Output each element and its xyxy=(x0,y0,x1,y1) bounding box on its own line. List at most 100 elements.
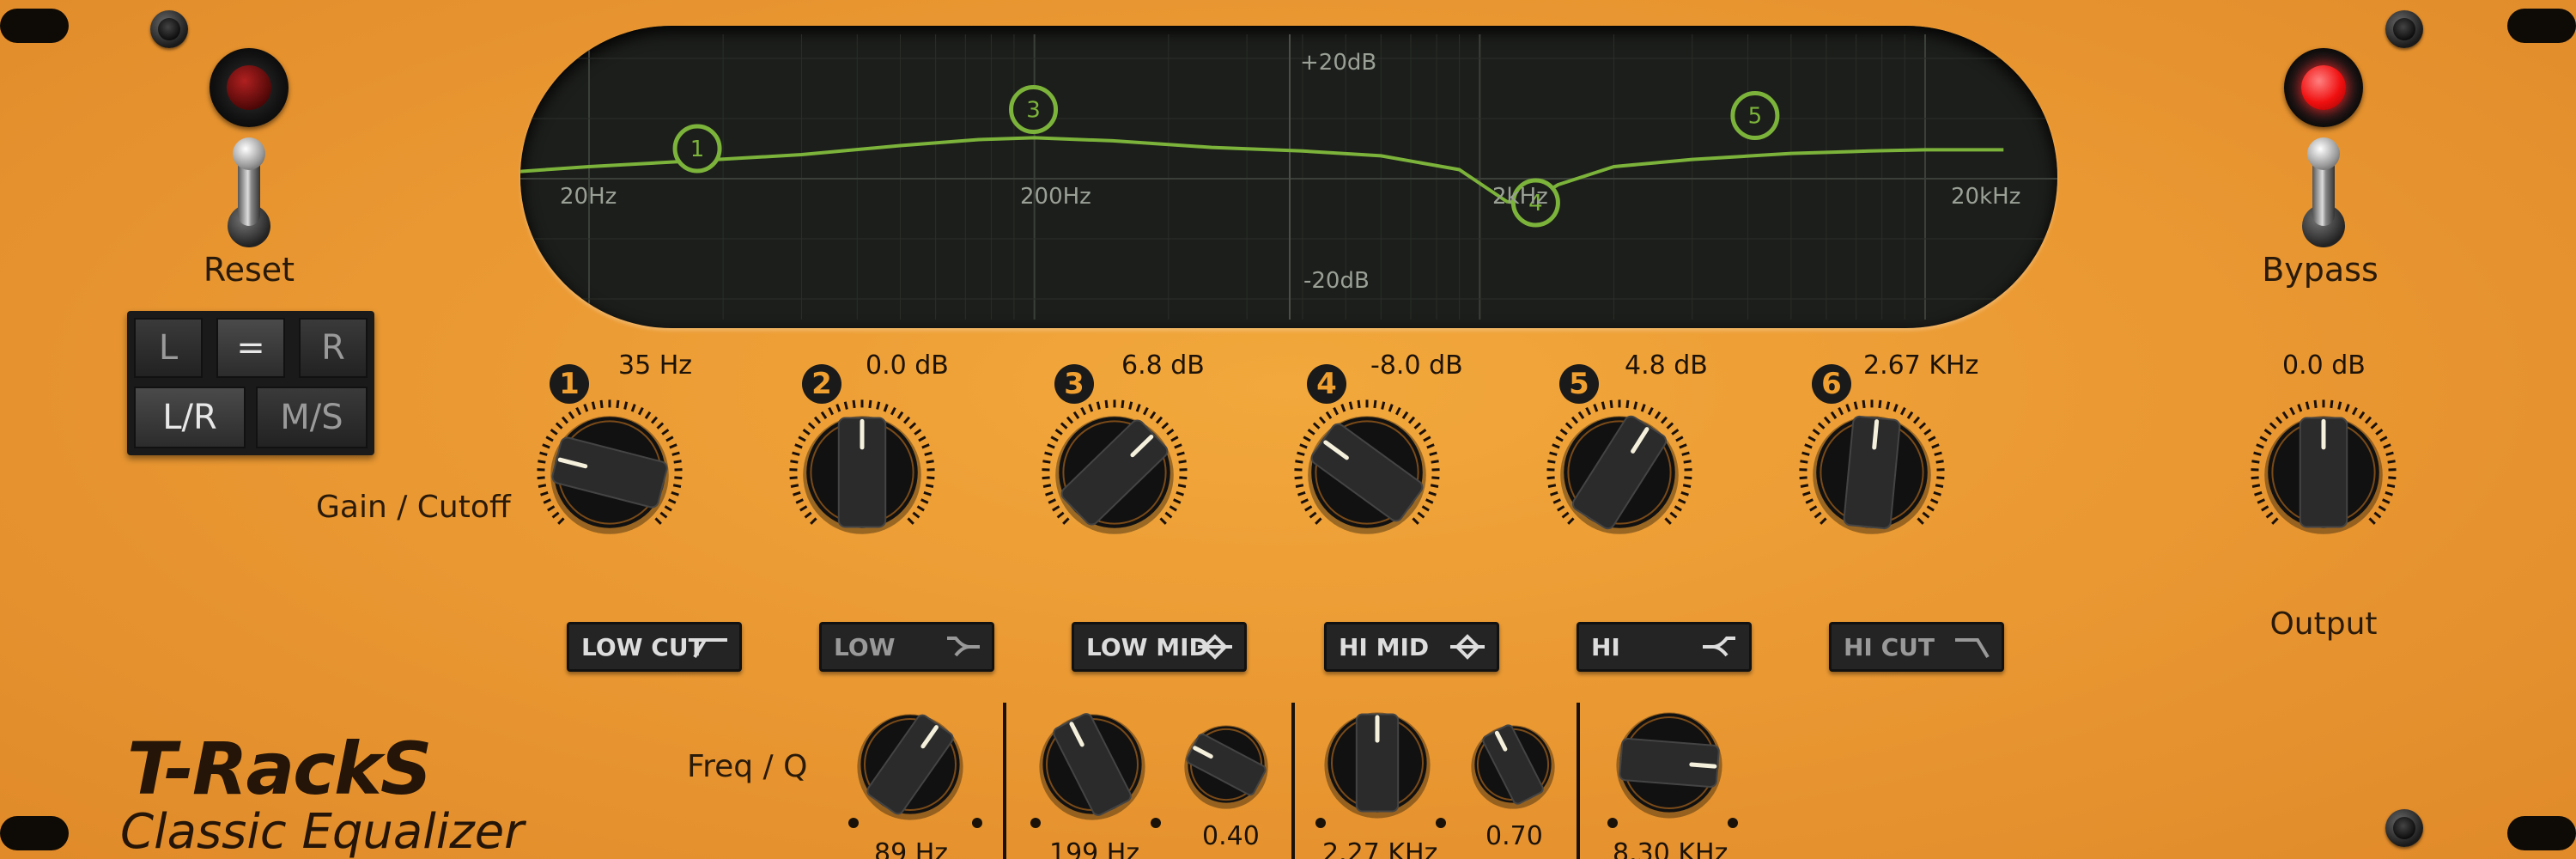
knob-tick xyxy=(1423,436,1431,442)
band-3-gain-knob[interactable] xyxy=(1037,395,1192,550)
hi-shelf-button[interactable]: HI xyxy=(1577,622,1752,672)
knob-tick xyxy=(671,490,679,497)
low-cut-button[interactable]: LOW CUT xyxy=(567,622,742,672)
knob-tick xyxy=(1585,406,1592,416)
band-3-value: 6.8 dB xyxy=(1121,350,1205,381)
knob-tick xyxy=(1159,517,1167,525)
knob-tick xyxy=(1671,429,1680,436)
knob-tick xyxy=(538,484,547,488)
knob-tick xyxy=(1054,429,1063,436)
hi-mid-button[interactable]: HI MID xyxy=(1324,622,1499,672)
toggle-tip xyxy=(2307,137,2340,170)
band-6-cutoff-knob[interactable] xyxy=(1795,395,1949,550)
knob-tick xyxy=(2254,490,2263,497)
bypass-toggle[interactable] xyxy=(2293,137,2354,256)
screw-icon xyxy=(2385,10,2423,48)
knob-tick xyxy=(656,422,665,430)
knob-tick xyxy=(2385,451,2394,456)
knob-tick xyxy=(1912,416,1921,424)
right-channel-button[interactable]: R xyxy=(299,318,368,378)
knob-tick xyxy=(1817,422,1826,430)
knob-cap xyxy=(2299,417,2348,528)
knob-tick xyxy=(1050,436,1059,442)
knob-tick xyxy=(637,406,644,416)
knob-tick xyxy=(921,443,930,449)
knob-cap xyxy=(1843,415,1901,530)
hi-cut-button[interactable]: HI CUT xyxy=(1829,622,2004,672)
knob-tick xyxy=(664,505,672,512)
eq-band-node[interactable]: 5 xyxy=(1730,91,1780,140)
knob-tick xyxy=(1135,404,1141,412)
band-4-q-knob[interactable] xyxy=(1173,711,1279,818)
low-mid-button[interactable]: LOW MID xyxy=(1072,622,1247,672)
reset-toggle[interactable] xyxy=(219,137,279,256)
knob-tick xyxy=(908,422,917,430)
eq-band-node[interactable]: 3 xyxy=(1009,85,1059,134)
knob-tick xyxy=(1923,429,1932,436)
lr-mode-button[interactable]: L/R xyxy=(134,387,246,448)
link-channels-button[interactable]: = xyxy=(216,318,285,378)
knob-tick xyxy=(1066,416,1074,424)
band-5-q-value: 0.70 xyxy=(1485,821,1543,851)
eq-curve-display[interactable]: 1345 +20dB -20dB 20Hz 200Hz 2kHz 20kHz xyxy=(520,26,2057,328)
knob-tick xyxy=(912,511,920,519)
knob-tick xyxy=(2275,416,2283,424)
range-dot xyxy=(1436,818,1446,828)
knob-tick xyxy=(2378,505,2386,512)
brand-logo: T-RackS xyxy=(127,727,432,811)
band-5-freq-knob[interactable] xyxy=(1309,694,1446,832)
knob-tick xyxy=(1407,416,1416,424)
band-5-gain-knob[interactable] xyxy=(1542,395,1697,550)
knob-tick xyxy=(654,517,662,525)
low-shelf-button[interactable]: LOW xyxy=(819,622,994,672)
output-gain-knob[interactable] xyxy=(2246,395,2401,550)
knob-tick xyxy=(1166,429,1175,436)
knob-tick xyxy=(1164,511,1173,519)
knob-tick xyxy=(551,511,560,519)
eq-band-node[interactable]: 1 xyxy=(672,124,722,174)
knob-tick xyxy=(669,443,677,449)
hi-cut-button-label: HI CUT xyxy=(1844,632,1935,661)
knob-tick xyxy=(673,460,682,464)
band-4-gain-knob[interactable] xyxy=(1290,395,1444,550)
knob-tick xyxy=(1838,406,1844,416)
knob-tick xyxy=(1805,498,1814,504)
knob-tick xyxy=(1571,416,1579,424)
knob-tick xyxy=(1845,404,1851,412)
knob-tick xyxy=(1680,490,1689,497)
knob-tick xyxy=(1307,429,1315,436)
knob-tick xyxy=(798,436,806,442)
knob-tick xyxy=(1088,404,1094,412)
knob-tick xyxy=(2251,460,2260,464)
knob-tick xyxy=(2368,517,2376,525)
range-dot xyxy=(1315,818,1326,828)
knob-tick xyxy=(1830,411,1838,419)
knob-tick xyxy=(2256,443,2264,449)
band-1-cutoff-knob[interactable] xyxy=(532,395,687,550)
knob-tick xyxy=(1640,404,1646,412)
knob-tick xyxy=(868,399,872,409)
knob-tick xyxy=(1421,505,1430,512)
knob-cap xyxy=(1619,737,1720,789)
knob-tick xyxy=(1893,404,1899,412)
band-3-freq-knob[interactable] xyxy=(841,696,979,833)
eq-node-label: 5 xyxy=(1748,104,1763,130)
knob-tick xyxy=(2351,406,2358,416)
eq-node-label: 1 xyxy=(690,137,705,162)
ms-mode-button[interactable]: M/S xyxy=(256,387,368,448)
knob-tick xyxy=(1176,490,1184,497)
band-2-gain-knob[interactable] xyxy=(785,395,939,550)
band-5-q-knob[interactable] xyxy=(1460,711,1566,818)
knob-tick xyxy=(1042,484,1052,488)
low-cut-button-label: LOW CUT xyxy=(581,632,705,661)
band-4-freq-knob[interactable] xyxy=(1024,696,1161,833)
freq-tick-20hz: 20Hz xyxy=(560,184,617,210)
low-shelf-button-label: LOW xyxy=(834,632,896,661)
knob-tick xyxy=(1935,484,1944,488)
knob-tick xyxy=(1425,498,1434,504)
left-channel-button[interactable]: L xyxy=(134,318,203,378)
knob-tick xyxy=(804,511,812,519)
knob-tick xyxy=(1318,416,1327,424)
knob-tick xyxy=(540,490,549,497)
band-6-freq-knob[interactable] xyxy=(1601,694,1738,832)
